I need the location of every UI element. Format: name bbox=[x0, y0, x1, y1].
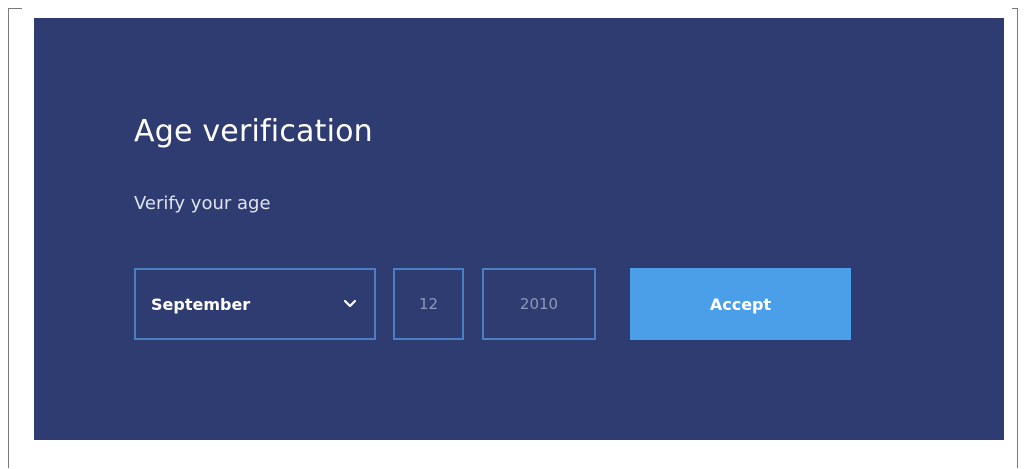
month-select[interactable]: September bbox=[134, 268, 376, 340]
frame-top-gap bbox=[22, 6, 1012, 10]
year-input[interactable]: 2010 bbox=[482, 268, 596, 340]
year-value: 2010 bbox=[519, 295, 559, 313]
chevron-down-icon bbox=[342, 296, 358, 312]
month-value: September bbox=[151, 294, 251, 314]
day-value: 12 bbox=[418, 295, 439, 313]
day-input[interactable]: 12 bbox=[393, 268, 464, 340]
modal-title: Age verification bbox=[134, 114, 373, 149]
accept-button[interactable]: Accept bbox=[630, 268, 851, 340]
age-verification-modal: Age verification Verify your age Septemb… bbox=[34, 18, 1004, 440]
modal-subtitle: Verify your age bbox=[134, 193, 271, 214]
